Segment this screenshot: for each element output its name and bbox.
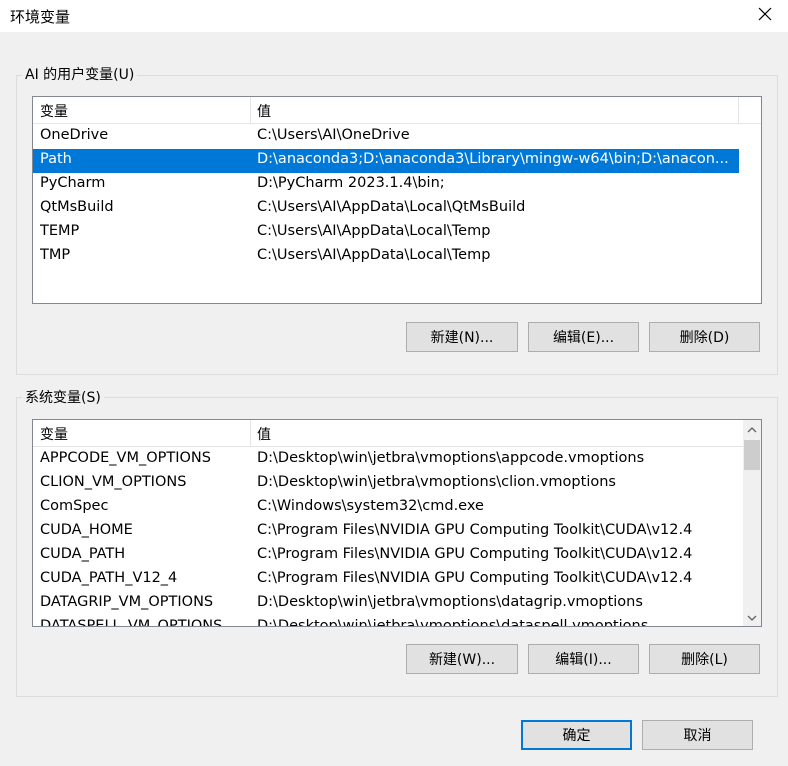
- window-title: 环境变量: [10, 8, 71, 26]
- variable-value: C:\Program Files\NVIDIA GPU Computing To…: [257, 570, 693, 586]
- variable-name: CUDA_HOME: [40, 522, 133, 538]
- list-item[interactable]: CUDA_PATH_V12_4 C:\Program Files\NVIDIA G…: [33, 568, 739, 592]
- list-header: 变量 值: [33, 420, 743, 447]
- column-header-value[interactable]: 值: [257, 101, 271, 121]
- chevron-down-icon: [747, 609, 757, 625]
- vertical-scrollbar[interactable]: [743, 420, 761, 626]
- variable-value: D:\Desktop\win\jetbra\vmoptions\datagrip…: [257, 594, 643, 610]
- user-vars-group-label: AI 的用户变量(U): [22, 64, 138, 84]
- list-item[interactable]: CLION_VM_OPTIONS D:\Desktop\win\jetbra\vm…: [33, 472, 739, 496]
- list-item[interactable]: OneDrive C:\Users\AI\OneDrive: [33, 125, 739, 149]
- column-divider[interactable]: [250, 420, 251, 446]
- system-vars-group-label: 系统变量(S): [22, 387, 104, 407]
- user-vars-list[interactable]: 变量 值 OneDrive C:\Users\AI\OneDrive Path D:\…: [32, 96, 762, 304]
- list-item[interactable]: ComSpec C:\Windows\system32\cmd.exe: [33, 496, 739, 520]
- variable-name: DATAGRIP_VM_OPTIONS: [40, 594, 214, 610]
- scroll-thumb[interactable]: [744, 440, 760, 470]
- list-item[interactable]: QtMsBuild C:\Users\AI\AppData\Local\QtMsB…: [33, 197, 739, 221]
- variable-value: C:\Windows\system32\cmd.exe: [257, 498, 484, 514]
- variable-value: C:\Program Files\NVIDIA GPU Computing To…: [257, 546, 693, 562]
- list-header: 变量 值: [33, 97, 761, 124]
- system-delete-button[interactable]: 删除(L): [649, 644, 760, 674]
- ok-button[interactable]: 确定: [521, 720, 632, 750]
- title-bar: 环境变量: [0, 0, 788, 32]
- variable-name: CUDA_PATH_V12_4: [40, 570, 178, 586]
- user-new-button[interactable]: 新建(N)...: [406, 322, 518, 352]
- variable-value: C:\Users\AI\OneDrive: [257, 127, 410, 143]
- variable-name: DATASPELL_VM_OPTIONS: [40, 618, 223, 627]
- list-item[interactable]: DATAGRIP_VM_OPTIONS D:\Desktop\win\jetbra…: [33, 592, 739, 616]
- variable-value: D:\anaconda3;D:\anaconda3\Library\mingw-…: [257, 151, 729, 167]
- system-vars-list[interactable]: 变量 值 APPCODE_VM_OPTIONS D:\Desktop\win\je…: [32, 419, 762, 627]
- column-divider[interactable]: [738, 97, 739, 123]
- column-header-name[interactable]: 变量: [40, 101, 68, 121]
- variable-name: APPCODE_VM_OPTIONS: [40, 450, 211, 466]
- system-new-button[interactable]: 新建(W)...: [406, 644, 518, 674]
- variable-value: C:\Users\AI\AppData\Local\QtMsBuild: [257, 199, 526, 215]
- column-divider[interactable]: [250, 97, 251, 123]
- variable-name: TEMP: [40, 223, 80, 239]
- system-edit-button[interactable]: 编辑(I)...: [528, 644, 639, 674]
- variable-name: TMP: [40, 247, 71, 263]
- list-item[interactable]: TMP C:\Users\AI\AppData\Local\Temp: [33, 245, 739, 269]
- list-item[interactable]: Path D:\anaconda3;D:\anaconda3\Library\mi…: [33, 149, 739, 173]
- variable-name: ComSpec: [40, 498, 109, 514]
- close-icon: [758, 7, 772, 25]
- column-header-name[interactable]: 变量: [40, 424, 68, 444]
- list-item[interactable]: DATASPELL_VM_OPTIONS D:\Desktop\win\jetbr…: [33, 616, 739, 627]
- variable-name: PyCharm: [40, 175, 106, 191]
- variable-value: D:\Desktop\win\jetbra\vmoptions\appcode.…: [257, 450, 645, 466]
- variable-value: C:\Program Files\NVIDIA GPU Computing To…: [257, 522, 693, 538]
- variable-name: OneDrive: [40, 127, 109, 143]
- variable-value: D:\Desktop\win\jetbra\vmoptions\dataspel…: [257, 618, 649, 627]
- list-item[interactable]: PyCharm D:\PyCharm 2023.1.4\bin;: [33, 173, 739, 197]
- close-button[interactable]: [742, 0, 788, 32]
- list-item[interactable]: CUDA_PATH C:\Program Files\NVIDIA GPU Com…: [33, 544, 739, 568]
- list-item[interactable]: TEMP C:\Users\AI\AppData\Local\Temp: [33, 221, 739, 245]
- variable-name: CLION_VM_OPTIONS: [40, 474, 187, 490]
- scroll-up-button[interactable]: [743, 420, 761, 438]
- variable-name: Path: [40, 151, 72, 167]
- variable-value: C:\Users\AI\AppData\Local\Temp: [257, 247, 491, 263]
- variable-value: D:\Desktop\win\jetbra\vmoptions\clion.vm…: [257, 474, 616, 490]
- user-edit-button[interactable]: 编辑(E)...: [528, 322, 639, 352]
- variable-name: CUDA_PATH: [40, 546, 126, 562]
- scroll-down-button[interactable]: [743, 608, 761, 626]
- variable-value: D:\PyCharm 2023.1.4\bin;: [257, 175, 445, 191]
- list-item[interactable]: APPCODE_VM_OPTIONS D:\Desktop\win\jetbra\…: [33, 448, 739, 472]
- user-delete-button[interactable]: 删除(D): [649, 322, 760, 352]
- list-item[interactable]: CUDA_HOME C:\Program Files\NVIDIA GPU Com…: [33, 520, 739, 544]
- chevron-up-icon: [747, 421, 757, 437]
- variable-name: QtMsBuild: [40, 199, 114, 215]
- cancel-button[interactable]: 取消: [642, 720, 753, 750]
- variable-value: C:\Users\AI\AppData\Local\Temp: [257, 223, 491, 239]
- column-header-value[interactable]: 值: [257, 424, 271, 444]
